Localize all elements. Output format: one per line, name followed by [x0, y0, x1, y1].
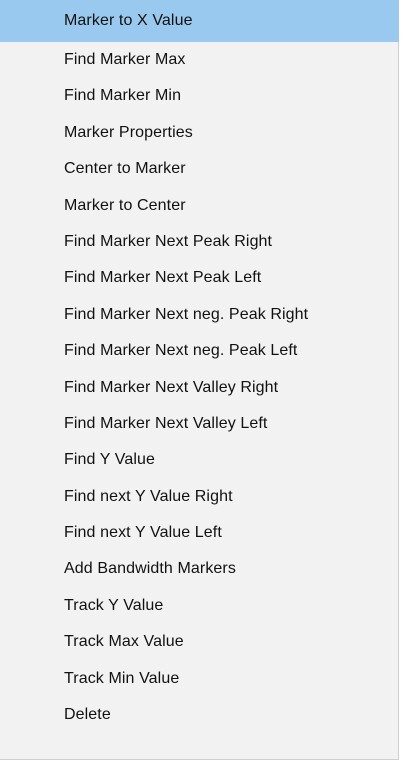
- menu-item-find-marker-max[interactable]: Find Marker Max: [0, 42, 399, 78]
- menu-item-track-min-value[interactable]: Track Min Value: [0, 661, 399, 697]
- menu-item-track-max-value[interactable]: Track Max Value: [0, 624, 399, 660]
- menu-item-add-bandwidth-markers[interactable]: Add Bandwidth Markers: [0, 551, 399, 587]
- menu-item-find-next-valley-right[interactable]: Find Marker Next Valley Right: [0, 370, 399, 406]
- menu-item-find-next-neg-peak-left[interactable]: Find Marker Next neg. Peak Left: [0, 333, 399, 369]
- menu-item-marker-properties[interactable]: Marker Properties: [0, 115, 399, 151]
- menu-item-find-next-neg-peak-right[interactable]: Find Marker Next neg. Peak Right: [0, 297, 399, 333]
- menu-item-track-y-value[interactable]: Track Y Value: [0, 588, 399, 624]
- menu-item-find-next-peak-left[interactable]: Find Marker Next Peak Left: [0, 260, 399, 296]
- menu-item-marker-to-x-value[interactable]: Marker to X Value: [0, 0, 399, 42]
- menu-item-find-next-y-value-left[interactable]: Find next Y Value Left: [0, 515, 399, 551]
- menu-item-find-y-value[interactable]: Find Y Value: [0, 442, 399, 478]
- menu-item-find-next-peak-right[interactable]: Find Marker Next Peak Right: [0, 224, 399, 260]
- menu-item-marker-to-center[interactable]: Marker to Center: [0, 188, 399, 224]
- context-menu: Marker to X Value Find Marker Max Find M…: [0, 0, 399, 760]
- menu-item-list: Marker to X Value Find Marker Max Find M…: [0, 0, 399, 733]
- menu-item-delete[interactable]: Delete: [0, 697, 399, 733]
- menu-item-find-next-valley-left[interactable]: Find Marker Next Valley Left: [0, 406, 399, 442]
- menu-item-find-marker-min[interactable]: Find Marker Min: [0, 78, 399, 114]
- menu-item-find-next-y-value-right[interactable]: Find next Y Value Right: [0, 479, 399, 515]
- menu-item-center-to-marker[interactable]: Center to Marker: [0, 151, 399, 187]
